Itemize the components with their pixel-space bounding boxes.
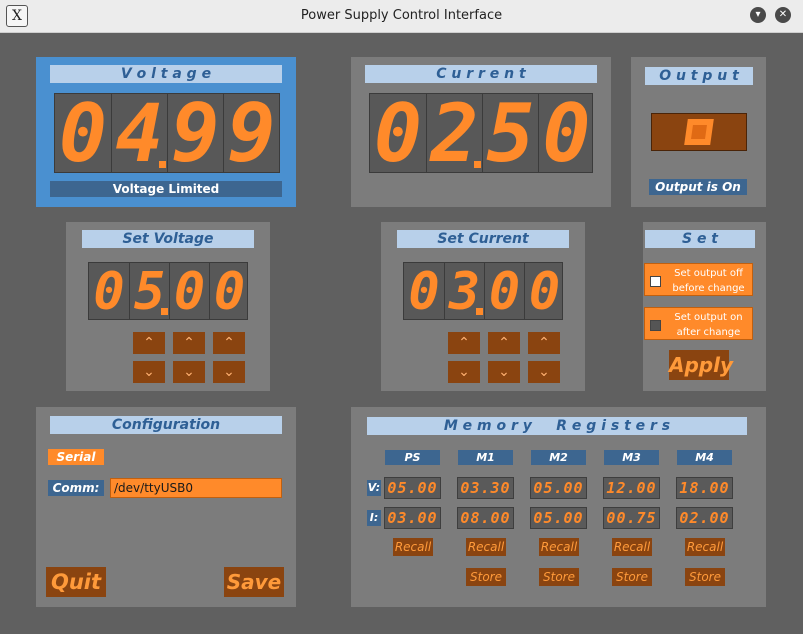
window-title: Power Supply Control Interface [300,8,503,23]
main-area: V o l t a g e 0 4 9 9 Voltage Limited C … [2,33,801,632]
register-m4-current: 02.00 [676,507,733,529]
set-current-digit-4: 0 [524,263,564,319]
register-m4-voltage: 18.00 [676,477,733,499]
serial-button[interactable]: Serial [48,449,104,465]
set-panel: S e t Set output off before change Set ou… [643,222,766,391]
store-m1-button[interactable]: Store [466,568,506,586]
current-row-label: I: [367,510,381,526]
current-digit-3: 5 [482,94,538,172]
set-voltage-tens-up-button[interactable]: ⌃ [133,332,165,354]
configuration-title: Configuration [50,416,282,434]
decimal-point [159,161,166,168]
output-title: O u t p u t [645,67,753,85]
voltage-display: 0 4 9 9 [54,93,280,173]
current-digit-1: 0 [373,94,423,172]
set-output-off-label: Set output off before change [672,268,745,294]
set-current-hundredths-down-button[interactable]: ⌄ [528,361,560,383]
set-voltage-panel: Set Voltage 0 5 0 0 ⌃ ⌃ ⌃ ⌄ ⌄ ⌄ [66,222,270,391]
output-on-icon [684,119,714,145]
set-voltage-title: Set Voltage [82,230,254,248]
memory-registers-title: M e m o r y R e g i s t e r s [367,417,747,435]
current-title: C u r r e n t [365,65,597,83]
voltage-panel: V o l t a g e 0 4 9 9 Voltage Limited [36,57,296,207]
register-m3-voltage: 12.00 [603,477,660,499]
set-voltage-units-down-button[interactable]: ⌄ [173,361,205,383]
register-m1-current: 08.00 [457,507,514,529]
set-voltage-digit-4: 0 [209,263,249,319]
set-current-ones-up-button[interactable]: ⌃ [448,332,480,354]
set-output-on-label: Set output on after change [674,312,743,338]
store-m2-button[interactable]: Store [539,568,579,586]
recall-m1-button[interactable]: Recall [466,538,506,556]
set-current-title: Set Current [397,230,569,248]
configuration-panel: Configuration Serial Comm: Quit Save [36,407,296,607]
recall-m4-button[interactable]: Recall [685,538,725,556]
register-header-m4: M4 [677,450,732,465]
register-header-m1: M1 [458,450,513,465]
minimize-button[interactable]: ▾ [750,7,766,23]
set-voltage-tens-down-button[interactable]: ⌄ [133,361,165,383]
store-m4-button[interactable]: Store [685,568,725,586]
voltage-digit-1: 0 [58,94,108,172]
decimal-point [476,308,483,315]
set-voltage-digit-2: 5 [129,263,169,319]
save-button[interactable]: Save [224,567,284,597]
set-output-off-option[interactable]: Set output off before change [644,263,753,296]
set-voltage-display: 0 5 0 0 [88,262,248,320]
set-current-digit-2: 3 [444,263,484,319]
register-header-m3: M3 [604,450,659,465]
set-current-panel: Set Current 0 3 0 0 ⌃ ⌃ ⌃ ⌄ ⌄ ⌄ [381,222,585,391]
voltage-row-label: V: [367,480,381,496]
current-panel: C u r r e n t 0 2 5 0 [351,57,611,207]
set-voltage-units-up-button[interactable]: ⌃ [173,332,205,354]
voltage-digit-2: 4 [111,94,167,172]
voltage-status: Voltage Limited [50,181,282,197]
output-status: Output is On [649,179,747,195]
close-button[interactable]: ✕ [775,7,791,23]
set-current-tenths-up-button[interactable]: ⌃ [488,332,520,354]
set-current-ones-down-button[interactable]: ⌄ [448,361,480,383]
register-header-ps: PS [385,450,440,465]
set-output-on-option[interactable]: Set output on after change [644,307,753,340]
register-m2-current: 05.00 [530,507,587,529]
store-m3-button[interactable]: Store [612,568,652,586]
recall-m3-button[interactable]: Recall [612,538,652,556]
set-voltage-tenths-down-button[interactable]: ⌄ [213,361,245,383]
set-voltage-digit-1: 0 [93,263,125,319]
set-current-tenths-down-button[interactable]: ⌄ [488,361,520,383]
register-m3-current: 00.75 [603,507,660,529]
set-title: S e t [645,230,755,248]
register-m1-voltage: 03.30 [457,477,514,499]
current-digit-4: 0 [538,94,594,172]
comm-label: Comm: [48,480,104,496]
set-voltage-digit-3: 0 [169,263,209,319]
register-ps-current: 03.00 [384,507,441,529]
set-current-display: 0 3 0 0 [403,262,563,320]
voltage-title: V o l t a g e [50,65,282,83]
register-m2-voltage: 05.00 [530,477,587,499]
recall-ps-button[interactable]: Recall [393,538,433,556]
set-voltage-tenths-up-button[interactable]: ⌃ [213,332,245,354]
output-indicator[interactable] [651,113,747,151]
set-current-hundredths-up-button[interactable]: ⌃ [528,332,560,354]
output-panel: O u t p u t Output is On [631,57,766,207]
voltage-digit-3: 9 [167,94,223,172]
register-ps-voltage: 05.00 [384,477,441,499]
set-current-digit-3: 0 [484,263,524,319]
current-display: 0 2 5 0 [369,93,593,173]
set-output-on-checkbox[interactable] [650,320,661,331]
register-header-m2: M2 [531,450,586,465]
title-bar: X Power Supply Control Interface ▾ ✕ [0,0,803,33]
recall-m2-button[interactable]: Recall [539,538,579,556]
comm-port-input[interactable] [110,478,282,498]
set-current-digit-1: 0 [408,263,440,319]
quit-button[interactable]: Quit [46,567,106,597]
voltage-digit-4: 9 [223,94,279,172]
decimal-point [161,308,168,315]
decimal-point [474,161,481,168]
current-digit-2: 2 [426,94,482,172]
apply-button[interactable]: Apply [669,350,733,380]
memory-registers-panel: M e m o r y R e g i s t e r s V: I: PS 0… [351,407,766,607]
set-output-off-checkbox[interactable] [650,276,661,287]
